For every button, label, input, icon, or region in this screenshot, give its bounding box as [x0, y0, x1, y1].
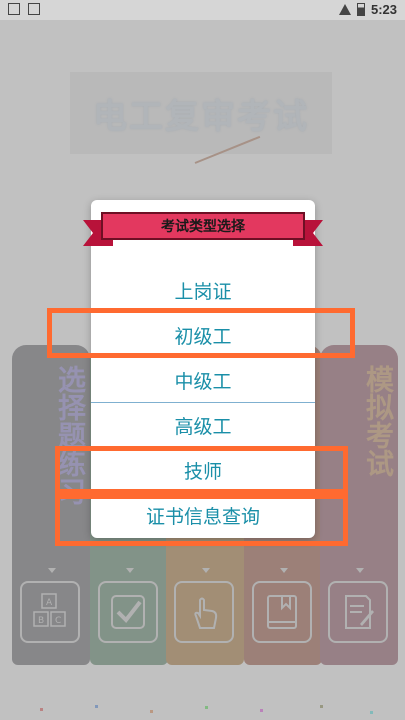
menu-item-shanggang[interactable]: 上岗证 — [91, 268, 315, 313]
notification-icon — [8, 3, 20, 15]
dialog-title-ribbon: 考试类型选择 — [83, 210, 323, 250]
highlight-box — [55, 494, 348, 546]
menu-item-senior[interactable]: 高级工 — [91, 403, 315, 448]
menu-item-intermediate[interactable]: 中级工 — [91, 358, 315, 403]
status-bar: 5:23 — [0, 0, 405, 20]
highlight-box — [55, 446, 348, 494]
highlight-box — [47, 308, 355, 358]
battery-icon — [356, 3, 365, 16]
dialog-title: 考试类型选择 — [101, 212, 305, 240]
clock: 5:23 — [370, 2, 397, 17]
image-icon — [28, 3, 40, 15]
signal-icon — [338, 4, 351, 15]
